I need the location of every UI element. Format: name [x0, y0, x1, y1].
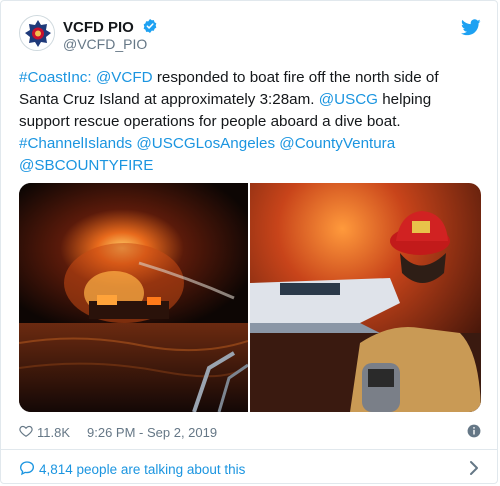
tweet-link[interactable]: @USCGLosAngeles — [136, 135, 275, 152]
tweet-card[interactable]: VCFD PIO @VCFD_PIO #CoastInc: @VCFD resp… — [0, 0, 498, 484]
tweet-timestamp[interactable]: 9:26 PM - Sep 2, 2019 — [87, 425, 217, 440]
user-handle[interactable]: @VCFD_PIO — [63, 36, 147, 52]
photo-boat-fire-wide[interactable] — [19, 183, 248, 412]
tweet-link[interactable]: #ChannelIslands — [19, 135, 132, 152]
display-name-text[interactable]: VCFD PIO — [63, 19, 134, 36]
tweet-meta: 11.8K 9:26 PM - Sep 2, 2019 — [19, 423, 481, 443]
tweet-link[interactable]: @USCG — [319, 91, 378, 108]
boat-fire-photo-left — [19, 183, 248, 412]
speech-bubble-icon — [19, 461, 35, 476]
tweet-media[interactable] — [19, 183, 481, 412]
heart-icon[interactable] — [19, 424, 33, 438]
vcfd-badge-logo-icon — [21, 17, 54, 50]
avatar[interactable] — [19, 15, 55, 51]
tweet-header: VCFD PIO @VCFD_PIO — [19, 15, 481, 59]
tweet-text: #CoastInc: @VCFD responded to boat fire … — [19, 67, 481, 177]
divider — [1, 449, 497, 450]
info-icon[interactable] — [467, 424, 481, 438]
conversation-link[interactable]: 4,814 people are talking about this — [19, 460, 481, 480]
photo-firefighter[interactable] — [250, 183, 481, 412]
verified-badge-icon — [143, 19, 157, 33]
like-count[interactable]: 11.8K — [37, 425, 70, 440]
display-name[interactable]: VCFD PIO — [63, 18, 158, 36]
tweet-link[interactable]: @SBCOUNTYFIRE — [19, 157, 153, 174]
tweet-link[interactable]: @CountyVentura — [279, 135, 395, 152]
tweet-link[interactable]: #CoastInc: — [19, 69, 92, 86]
firefighter-photo-right — [250, 183, 481, 412]
talking-count[interactable]: 4,814 people are talking about this — [39, 462, 245, 477]
chevron-right-icon[interactable] — [467, 460, 481, 476]
tweet-link[interactable]: @VCFD — [96, 69, 153, 86]
twitter-bird-icon[interactable] — [461, 19, 481, 36]
